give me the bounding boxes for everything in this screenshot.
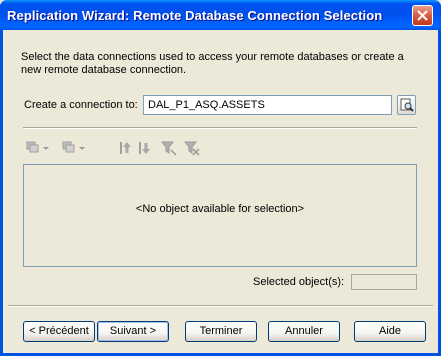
deselect-all-dropdown-icon[interactable]: [77, 140, 87, 156]
list-toolbar: [24, 140, 224, 158]
deselect-all-icon[interactable]: [62, 140, 78, 156]
clear-filter-icon[interactable]: [184, 140, 200, 156]
connection-label: Create a connection to:: [24, 99, 138, 111]
move-down-icon[interactable]: [137, 140, 153, 156]
help-button[interactable]: Aide: [354, 321, 426, 342]
select-all-dropdown-icon[interactable]: [41, 140, 51, 156]
separator-top: [23, 127, 417, 129]
back-button[interactable]: < Précédent: [23, 321, 95, 342]
next-button[interactable]: Suivant >: [97, 321, 169, 342]
finish-button[interactable]: Terminer: [185, 321, 257, 342]
separator-bottom: [8, 305, 433, 307]
close-button[interactable]: [412, 5, 433, 26]
connection-input[interactable]: DAL_P1_ASQ.ASSETS: [143, 95, 392, 115]
intro-text: Select the data connections used to acce…: [21, 51, 404, 76]
window-title: Replication Wizard: Remote Database Conn…: [7, 8, 383, 23]
browse-icon: [400, 98, 414, 112]
select-all-icon[interactable]: [26, 140, 42, 156]
cancel-button[interactable]: Annuler: [268, 321, 340, 342]
browse-button[interactable]: [397, 95, 416, 115]
object-list[interactable]: <No object available for selection>: [23, 164, 417, 267]
title-bar: Replication Wizard: Remote Database Conn…: [0, 0, 441, 30]
selected-objects-label: Selected object(s):: [253, 276, 345, 288]
selected-objects-field: [351, 274, 417, 290]
empty-list-message: <No object available for selection>: [135, 203, 305, 215]
close-icon: [417, 10, 428, 21]
filter-icon[interactable]: [161, 140, 177, 156]
move-up-icon[interactable]: [118, 140, 134, 156]
